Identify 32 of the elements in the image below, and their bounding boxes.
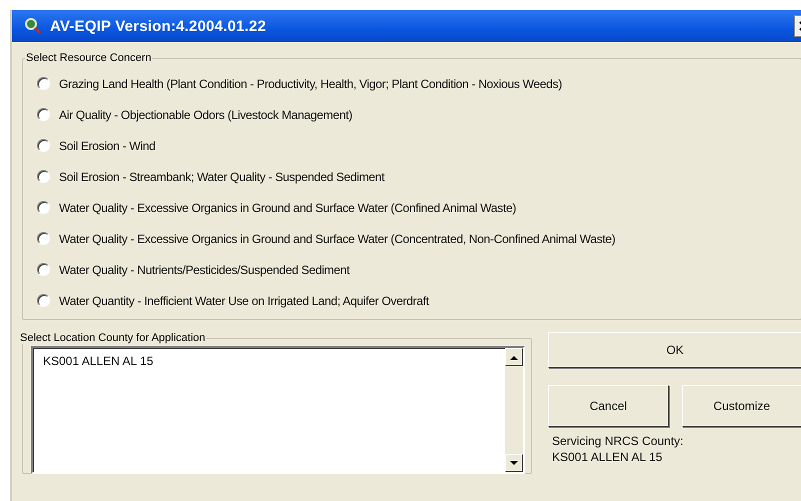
scrollbar[interactable]: [505, 348, 523, 472]
radio-label[interactable]: Soil Erosion - Wind: [59, 138, 156, 152]
county-list[interactable]: KS001 ALLEN AL 15: [31, 346, 525, 474]
window-title: AV-EQIP Version:4.2004.01.22: [50, 18, 266, 34]
scroll-up-button[interactable]: [505, 348, 523, 366]
servicing-county: KS001 ALLEN AL 15: [552, 450, 664, 464]
up-arrow-icon: [510, 354, 518, 360]
cancel-button[interactable]: Cancel: [548, 385, 668, 427]
group-label: Select Resource Concern: [25, 52, 152, 64]
down-arrow-icon: [510, 460, 518, 466]
radio-button[interactable]: [37, 294, 50, 307]
ok-button[interactable]: OK: [548, 332, 801, 368]
scroll-down-button[interactable]: [505, 454, 523, 472]
radio-button[interactable]: [37, 170, 50, 183]
radio-button[interactable]: [37, 201, 50, 214]
radio-button[interactable]: [37, 77, 50, 90]
radio-label[interactable]: Water Quality - Excessive Organics in Ground and Surface Water (Concentrated, Non-Confined Animal Waste): [59, 232, 616, 246]
magnifier-icon: [24, 17, 42, 35]
radio-button[interactable]: [37, 232, 50, 245]
radio-label[interactable]: Water Quality - Nutrients/Pesticides/Suspended Sediment: [59, 262, 350, 276]
radio-label[interactable]: Grazing Land Health (Plant Condition - Productivity, Health, Vigor; Plant Condition - Noxious Weeds): [59, 76, 562, 90]
radio-label[interactable]: Soil Erosion - Streambank; Water Quality - Suspended Sediment: [59, 170, 384, 184]
radio-label[interactable]: Water Quantity - Inefficient Water Use on Irrigated Land; Aquifer Overdraft: [59, 294, 429, 308]
servicing-label: Servicing NRCS County:: [552, 434, 684, 448]
radio-button[interactable]: [37, 263, 50, 276]
customize-button[interactable]: Customize: [682, 385, 801, 427]
group-label: Select Location County for Application: [19, 332, 206, 344]
list-item[interactable]: KS001 ALLEN AL 15: [43, 354, 495, 368]
radio-label[interactable]: Air Quality - Objectionable Odors (Livestock Management): [59, 108, 352, 122]
radio-label[interactable]: Water Quality - Excessive Organics in Ground and Surface Water (Confined Animal Waste): [59, 200, 516, 214]
radio-button[interactable]: [37, 139, 50, 152]
radio-button[interactable]: [37, 108, 50, 121]
